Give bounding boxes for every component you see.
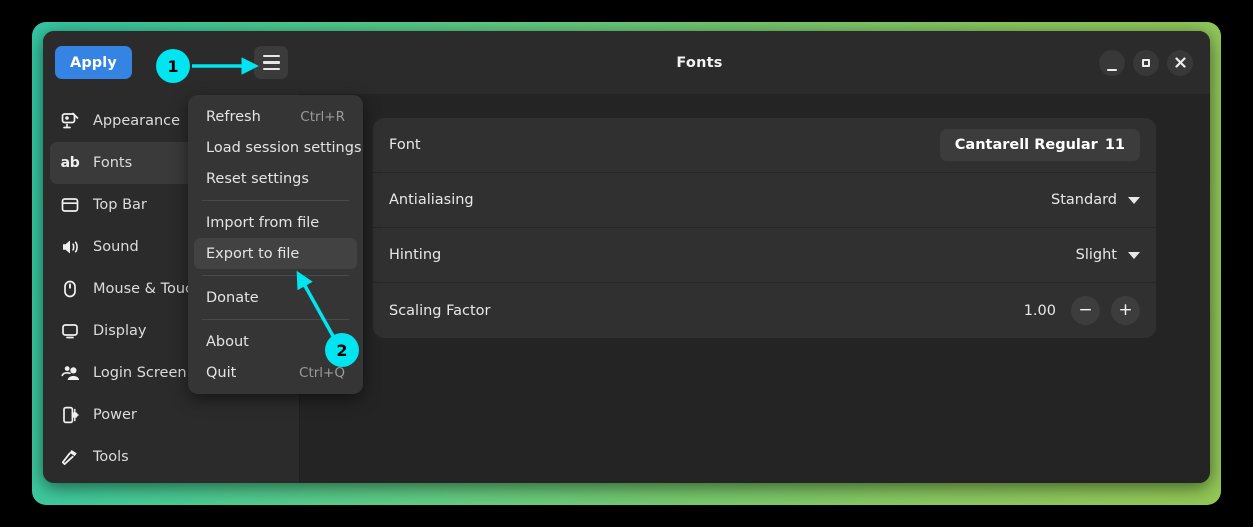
mouse-icon [61, 280, 79, 298]
font-label: Font [389, 137, 421, 153]
menu-separator [202, 319, 349, 320]
sidebar-item-label: Login Screen [93, 365, 187, 381]
scaling-factor-value: 1.00 [1023, 302, 1056, 319]
sidebar-item-label: Fonts [93, 155, 133, 171]
menu-item-label: Quit [206, 364, 237, 381]
ab-text-icon: ab [60, 155, 80, 171]
menu-item-donate[interactable]: Donate [194, 282, 357, 313]
pref-row-scaling-factor: Scaling Factor 1.00 − + [373, 283, 1156, 338]
menu-item-label: Reset settings [206, 170, 309, 187]
hammer-icon [61, 448, 79, 466]
annotation-badge-2: 2 [325, 333, 359, 367]
preferences-content-area: Font Cantarell Regular 11 Antialiasing S… [300, 94, 1210, 483]
sidebar-item-label: Sound [93, 239, 139, 255]
menu-item-label: About [206, 333, 249, 350]
menu-item-reset-settings[interactable]: Reset settings [194, 163, 357, 194]
font-size-value: 11 [1104, 137, 1125, 153]
antialiasing-dropdown[interactable]: Standard [1051, 192, 1140, 208]
fonts-application-window: Apply Fonts Appearance ab Fonts Top Bar … [43, 31, 1210, 483]
minimize-icon [1107, 68, 1117, 71]
pref-row-font: Font Cantarell Regular 11 [373, 118, 1156, 173]
maximize-button[interactable] [1133, 49, 1159, 76]
menu-separator [202, 275, 349, 276]
chevron-down-icon [1128, 251, 1140, 259]
scaling-factor-increment-button[interactable]: + [1111, 296, 1140, 325]
font-preferences-card: Font Cantarell Regular 11 Antialiasing S… [373, 118, 1156, 338]
menu-item-import-from-file[interactable]: Import from file [194, 207, 357, 238]
antialiasing-value: Standard [1051, 192, 1117, 208]
close-button[interactable] [1167, 49, 1193, 76]
hinting-label: Hinting [389, 247, 442, 263]
menu-item-load-session-settings[interactable]: Load session settings [194, 132, 362, 163]
hinting-value: Slight [1075, 247, 1117, 263]
sidebar-item-label: Power [93, 407, 137, 423]
page-title: Fonts [676, 54, 723, 71]
sidebar-item-tools[interactable]: Tools [50, 436, 292, 478]
sidebar-item-power[interactable]: Power [50, 394, 292, 436]
sidebar-item-label: Appearance [93, 113, 181, 129]
power-plug-icon [61, 406, 79, 424]
pref-row-antialiasing: Antialiasing Standard [373, 173, 1156, 228]
menu-item-accel: Ctrl+Q [299, 364, 345, 381]
speaker-icon [61, 238, 79, 256]
chevron-down-icon [1128, 196, 1140, 204]
window-header-bar: Apply Fonts [43, 31, 1210, 94]
minimize-button[interactable] [1099, 49, 1125, 76]
hamburger-line-2 [262, 61, 280, 64]
menu-item-label: Export to file [206, 245, 300, 262]
sidebar-item-label: Top Bar [93, 197, 147, 213]
hinting-dropdown[interactable]: Slight [1076, 247, 1140, 263]
annotation-badge-1: 1 [156, 49, 190, 83]
antialiasing-label: Antialiasing [389, 192, 474, 208]
menu-separator [202, 200, 349, 201]
scaling-factor-label: Scaling Factor [389, 302, 491, 319]
menu-item-label: Refresh [206, 108, 261, 125]
hamburger-line-1 [262, 54, 280, 58]
maximize-icon [1142, 58, 1150, 67]
menu-item-export-to-file[interactable]: Export to file [194, 238, 357, 269]
apply-button[interactable]: Apply [55, 46, 132, 79]
scaling-factor-stepper: 1.00 − + [1024, 296, 1140, 325]
popup-menu-arrow [307, 95, 333, 107]
close-icon [1174, 57, 1186, 68]
people-icon [61, 364, 79, 382]
sidebar-item-label: Display [93, 323, 147, 339]
scaling-factor-decrement-button[interactable]: − [1071, 296, 1100, 325]
hamburger-line-3 [262, 67, 280, 71]
window-controls [1099, 49, 1210, 76]
hamburger-menu-button[interactable] [254, 46, 288, 79]
pref-row-hinting: Hinting Slight [373, 228, 1156, 283]
menu-item-accel: Ctrl+R [300, 108, 345, 125]
font-family-value: Cantarell Regular [954, 137, 1098, 153]
monitor-icon [61, 322, 79, 340]
menu-item-label: Import from file [206, 214, 320, 231]
menu-item-label: Donate [206, 289, 259, 306]
top-bar-icon [61, 196, 79, 214]
appearance-icon [61, 112, 79, 130]
sidebar-item-label: Tools [93, 449, 129, 465]
menu-item-label: Load session settings [206, 139, 362, 156]
font-picker-button[interactable]: Cantarell Regular 11 [939, 129, 1140, 161]
